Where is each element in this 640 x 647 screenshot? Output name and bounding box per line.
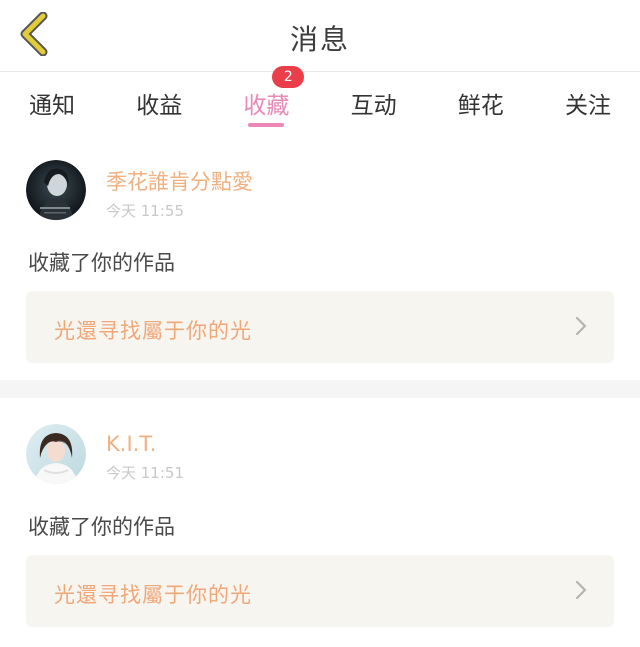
- avatar[interactable]: [26, 160, 86, 220]
- work-link[interactable]: 光還寻找屬于你的光: [26, 291, 614, 363]
- timestamp: 今天 11:51: [106, 464, 184, 482]
- chevron-right-icon: [575, 316, 587, 336]
- tab-label: 通知: [29, 93, 75, 119]
- tab-interactions[interactable]: 互动: [344, 72, 404, 138]
- tab-notifications[interactable]: 通知: [22, 72, 82, 138]
- top-bar: 消息: [0, 0, 640, 72]
- tab-label: 鲜花: [457, 93, 504, 119]
- action-text: 收藏了你的作品: [28, 251, 175, 275]
- user-avatar-image: [26, 424, 86, 484]
- username[interactable]: K.I.T.: [106, 432, 156, 456]
- unread-badge: 2: [272, 66, 305, 88]
- work-title: 光還寻找屬于你的光: [54, 583, 252, 607]
- message-item: K.I.T. 今天 11:51 收藏了你的作品 光還寻找屬于你的光: [0, 398, 640, 647]
- tab-label: 收益: [136, 93, 183, 119]
- tab-favorites[interactable]: 收藏 2: [236, 66, 305, 138]
- username[interactable]: 季花誰肯分點愛: [106, 166, 253, 196]
- tab-label: 关注: [564, 93, 611, 119]
- tab-bar: 通知 收益 收藏 2 互动 鲜花 关注: [0, 66, 640, 138]
- page-title: 消息: [289, 23, 350, 56]
- messages-screen: 消息 通知 收益 收藏 2 互动 鲜花 关注 季花誰肯分點愛 今天 11:55 …: [0, 0, 640, 647]
- chevron-right-icon: [575, 580, 587, 600]
- work-title: 光還寻找屬于你的光: [54, 319, 252, 343]
- tab-following[interactable]: 关注: [558, 72, 618, 138]
- tab-flowers[interactable]: 鲜花: [451, 72, 511, 138]
- tab-label: 互动: [350, 93, 397, 119]
- avatar[interactable]: [26, 424, 86, 484]
- section-divider: [0, 380, 640, 398]
- work-link[interactable]: 光還寻找屬于你的光: [26, 555, 614, 627]
- active-tab-indicator: [248, 123, 285, 127]
- message-item: 季花誰肯分點愛 今天 11:55 收藏了你的作品 光還寻找屬于你的光: [0, 138, 640, 380]
- tab-earnings[interactable]: 收益: [129, 72, 189, 138]
- timestamp: 今天 11:55: [106, 202, 184, 220]
- user-avatar-image: [26, 160, 86, 220]
- action-text: 收藏了你的作品: [28, 515, 175, 539]
- tab-label: 收藏: [243, 93, 290, 119]
